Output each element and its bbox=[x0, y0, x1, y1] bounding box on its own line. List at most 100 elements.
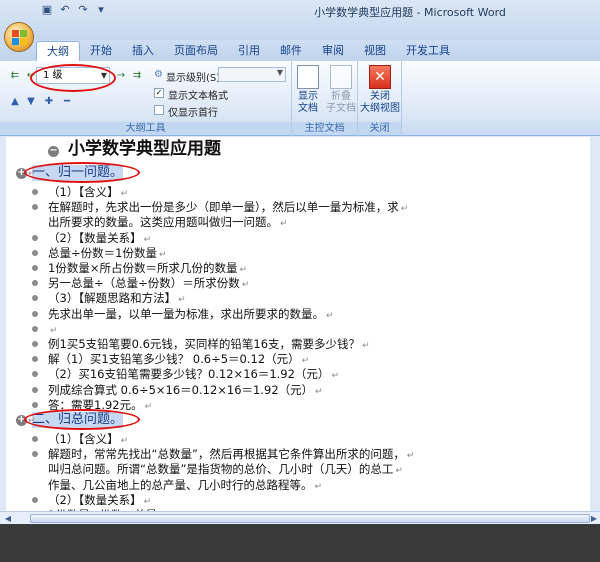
body-bullet-icon bbox=[32, 280, 38, 287]
collapse-subdoc-label-1: 折叠 bbox=[331, 91, 351, 102]
paragraph-mark-icon: ↵ bbox=[239, 265, 247, 275]
close-icon: ✕ bbox=[369, 65, 391, 89]
undo-icon[interactable]: ↶ bbox=[58, 3, 72, 17]
body-bullet-icon bbox=[32, 341, 38, 347]
qat-dropdown-icon[interactable]: ▾ bbox=[94, 3, 108, 17]
paragraph-mark-icon: ↵ bbox=[315, 386, 323, 397]
scroll-left-icon[interactable]: ◀ bbox=[2, 513, 14, 524]
body-bullet-icon bbox=[32, 265, 38, 271]
right-edge bbox=[590, 137, 600, 511]
paragraph-mark-icon: ↵ bbox=[120, 436, 129, 446]
close-group: ✕ 关闭 大纲视图 关闭 bbox=[358, 61, 402, 136]
annotation-ellipse: ↵ bbox=[24, 162, 140, 183]
show-level-select[interactable]: ▼ bbox=[218, 67, 286, 82]
collapse-subdoc-label-2: 子文档 bbox=[326, 103, 356, 114]
paragraph-mark-icon: ↵ bbox=[143, 234, 152, 245]
tab-references[interactable]: 引用 bbox=[228, 41, 270, 61]
show-level-icon: ⚙ bbox=[154, 69, 163, 80]
chevron-down-icon: ▼ bbox=[276, 68, 283, 77]
body-bullet-icon bbox=[32, 234, 38, 241]
tab-insert[interactable]: 插入 bbox=[122, 41, 164, 61]
collapse-icon[interactable]: − bbox=[48, 146, 59, 157]
paragraph-mark-icon: ↵ bbox=[143, 496, 152, 507]
body-bullet-icon bbox=[32, 325, 38, 332]
show-document-button[interactable]: 显示 文档 bbox=[292, 65, 324, 115]
paragraph-mark-icon: ↵ bbox=[331, 371, 339, 382]
quick-access-toolbar: ▣ ↶ ↷ ▾ bbox=[40, 3, 108, 19]
body-bullet-icon bbox=[32, 249, 38, 256]
close-outline-view-button[interactable]: ✕ 关闭 大纲视图 bbox=[359, 65, 401, 115]
paragraph-mark-icon: ↵ bbox=[178, 295, 186, 306]
paragraph-mark-icon: ↵ bbox=[241, 280, 250, 291]
body-bullet-icon bbox=[32, 189, 38, 195]
paragraph-mark-icon: ↵ bbox=[362, 341, 370, 351]
body-bullet-icon bbox=[32, 356, 38, 363]
paragraph-mark-icon: ↵ bbox=[280, 219, 288, 230]
tab-home[interactable]: 开始 bbox=[80, 41, 122, 61]
expand-icon[interactable]: ✚ bbox=[40, 95, 58, 109]
office-logo-icon bbox=[12, 30, 27, 45]
tab-review[interactable]: 审阅 bbox=[312, 41, 354, 61]
move-down-icon[interactable]: ▼ bbox=[22, 95, 40, 109]
window-title: 小学数学典型应用题 - Microsoft Word bbox=[314, 6, 506, 19]
tab-outline[interactable]: 大纲 bbox=[36, 41, 80, 61]
tab-mailings[interactable]: 邮件 bbox=[270, 41, 312, 61]
paragraph-mark-icon: ↵ bbox=[400, 204, 409, 215]
show-text-format-label: 显示文本格式 bbox=[168, 91, 228, 102]
show-document-icon bbox=[297, 65, 319, 89]
close-group-label: 关闭 bbox=[358, 122, 401, 135]
tab-developer[interactable]: 开发工具 bbox=[396, 41, 460, 61]
master-document-group: 显示 文档 折叠 子文档 主控文档 bbox=[292, 61, 358, 136]
paragraph-mark-icon: ↵ bbox=[28, 416, 36, 426]
title-bar: ▣ ↶ ↷ ▾ 小学数学典型应用题 - Microsoft Word bbox=[0, 0, 600, 40]
collapse-subdocuments-button[interactable]: 折叠 子文档 bbox=[324, 65, 358, 115]
scrollbar-thumb[interactable] bbox=[30, 514, 590, 523]
body-bullet-icon bbox=[32, 386, 38, 393]
paragraph-mark-icon: ↵ bbox=[50, 325, 58, 336]
office-button[interactable] bbox=[4, 22, 34, 52]
body-text: 先求出单一量，以单一量为标准，求出所要求的数量。 ↵ bbox=[48, 306, 334, 321]
horizontal-scrollbar[interactable]: ◀ ▶ bbox=[0, 511, 600, 524]
paragraph-mark-icon: ↵ bbox=[28, 169, 36, 179]
close-outline-label-2: 大纲视图 bbox=[360, 103, 400, 114]
first-line-only-checkbox[interactable] bbox=[154, 105, 164, 115]
close-outline-label-1: 关闭 bbox=[370, 91, 390, 102]
scroll-right-icon[interactable]: ▶ bbox=[588, 513, 600, 524]
body-bullet-icon bbox=[32, 401, 38, 408]
paragraph-mark-icon: ↵ bbox=[301, 356, 310, 367]
ribbon-tabs: 大纲 开始 插入 页面布局 引用 邮件 审阅 视图 开发工具 bbox=[36, 41, 460, 61]
master-document-group-label: 主控文档 bbox=[292, 122, 357, 135]
tab-page-layout[interactable]: 页面布局 bbox=[164, 41, 228, 61]
body-bullet-icon bbox=[32, 451, 38, 458]
paragraph-mark-icon: ↵ bbox=[406, 451, 415, 462]
tab-view[interactable]: 视图 bbox=[354, 41, 396, 61]
body-bullet-icon bbox=[32, 496, 38, 503]
annotation-ellipse bbox=[30, 64, 116, 92]
paragraph-mark-icon: ↵ bbox=[120, 189, 129, 199]
paragraph-mark-icon: ↵ bbox=[326, 310, 334, 321]
show-document-label-1: 显示 bbox=[298, 91, 318, 102]
paragraph-mark-icon: ↵ bbox=[314, 481, 323, 492]
paragraph-mark-icon: ↵ bbox=[395, 466, 403, 477]
body-bullet-icon bbox=[32, 310, 38, 317]
body-bullet-icon bbox=[32, 204, 38, 211]
show-document-label-2: 文档 bbox=[298, 103, 318, 114]
body-bullet-icon bbox=[32, 436, 38, 442]
show-level-label: 显示级别(S): bbox=[166, 73, 224, 84]
document-title: 小学数学典型应用题 bbox=[68, 139, 221, 159]
outline-tools-group-label: 大纲工具 bbox=[0, 122, 291, 135]
collapse-icon[interactable]: ━ bbox=[58, 95, 76, 109]
show-text-format-checkbox[interactable]: ✓ bbox=[154, 88, 164, 98]
redo-icon[interactable]: ↷ bbox=[76, 3, 90, 17]
paragraph-mark-icon: ↵ bbox=[158, 249, 167, 260]
annotation-ellipse: ↵ bbox=[24, 409, 140, 430]
demote-to-body-icon[interactable]: ⇉ bbox=[128, 69, 146, 83]
body-bullet-icon bbox=[32, 295, 38, 302]
body-bullet-icon bbox=[32, 371, 38, 378]
collapse-subdocuments-icon bbox=[330, 65, 352, 89]
first-line-only-label: 仅显示首行 bbox=[168, 108, 218, 119]
word-window: ▣ ↶ ↷ ▾ 小学数学典型应用题 - Microsoft Word 大纲 开始… bbox=[0, 0, 600, 524]
paragraph-mark-icon: ↵ bbox=[144, 401, 153, 412]
document-area: − 小学数学典型应用题 + 一、归一问题。 ↵ （1）【含义】 ↵ 在解题时，先求出一份是… bbox=[0, 137, 600, 524]
save-icon[interactable]: ▣ bbox=[40, 3, 54, 17]
